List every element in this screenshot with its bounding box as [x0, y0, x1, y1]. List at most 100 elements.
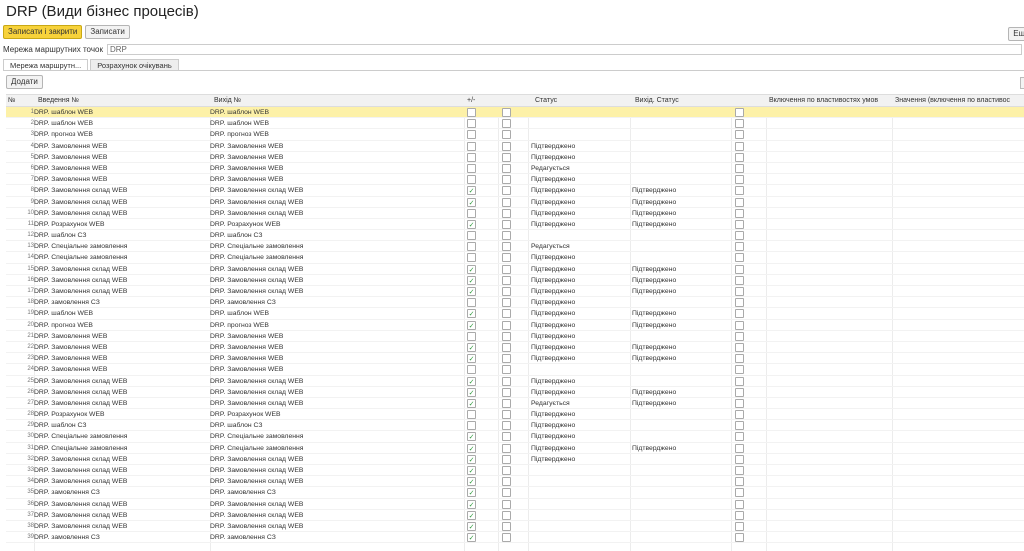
table-row[interactable]: 11 DRP. Розрахунок WEB DRP. Розрахунок WEB… [6, 219, 1024, 231]
checkbox-plus-minus[interactable]: ✓ [467, 376, 476, 386]
checkbox-option[interactable] [735, 354, 744, 364]
checkbox-flag[interactable] [502, 533, 511, 543]
table-row[interactable]: 2 DRP. шаблон WEB DRP. шаблон WEB [6, 118, 1024, 130]
checkbox-flag[interactable] [502, 253, 511, 263]
table-row[interactable]: 36 DRP. Замовлення склад WEB DRP. Замовлен… [6, 499, 1024, 510]
checkbox-option[interactable] [735, 365, 744, 375]
checkbox-option[interactable] [735, 466, 744, 475]
checkbox-option[interactable] [735, 197, 744, 207]
checkbox-plus-minus[interactable]: ✓ [467, 510, 476, 520]
checkbox-option[interactable] [735, 376, 744, 386]
checkbox-plus-minus[interactable]: ✓ [467, 499, 476, 509]
table-row[interactable]: 20 DRP. прогноз WEB DRP. прогноз WEB ✓ Підтв… [6, 320, 1024, 331]
table-row[interactable]: 13 DRP. Спеціальне замовлення DRP. Спеціал… [6, 241, 1024, 253]
checkbox-flag[interactable] [502, 197, 511, 207]
checkbox-flag[interactable] [502, 287, 511, 296]
checkbox-flag[interactable] [502, 320, 511, 330]
table-row[interactable]: 27 DRP. Замовлення склад WEB DRP. Замовлен… [6, 398, 1024, 410]
checkbox-plus-minus[interactable] [467, 175, 476, 185]
table-row[interactable]: 25 DRP. Замовлення склад WEB DRP. Замовлен… [6, 376, 1024, 387]
table-row[interactable]: 37 DRP. Замовлення склад WEB DRP. Замовлен… [6, 510, 1024, 521]
checkbox-option[interactable] [735, 152, 744, 162]
checkbox-plus-minus[interactable]: ✓ [467, 488, 476, 498]
checkbox-plus-minus[interactable]: ✓ [467, 521, 476, 531]
checkbox-plus-minus[interactable] [467, 421, 476, 431]
checkbox-flag[interactable] [502, 298, 511, 308]
checkbox-plus-minus[interactable]: ✓ [467, 432, 476, 442]
checkbox-option[interactable] [735, 275, 744, 285]
checkbox-plus-minus[interactable]: ✓ [467, 354, 476, 364]
table-row[interactable]: 28 DRP. Розрахунок WEB DRP. Розрахунок WEB… [6, 409, 1024, 421]
table-row[interactable]: 29 DRP. шаблон СЗ DRP. шаблон СЗ Підтвердже… [6, 420, 1024, 432]
checkbox-plus-minus[interactable]: ✓ [467, 309, 476, 319]
checkbox-option[interactable] [735, 510, 744, 520]
header-input[interactable]: Введення № [38, 97, 79, 104]
table-row[interactable]: 34 DRP. Замовлення склад WEB DRP. Замовлен… [6, 476, 1024, 488]
checkbox-option[interactable] [735, 477, 744, 487]
checkbox-plus-minus[interactable] [467, 119, 476, 129]
route-network-field[interactable] [106, 44, 1022, 55]
table-row[interactable]: 4 DRP. Замовлення WEB DRP. Замовлення WEB П… [6, 141, 1024, 152]
checkbox-option[interactable] [735, 253, 744, 263]
table-row[interactable]: 23 DRP. Замовлення WEB DRP. Замовлення WEB… [6, 353, 1024, 365]
table-row[interactable]: 31 DRP. Спеціальне замовлення DRP. Спеціал… [6, 443, 1024, 454]
checkbox-plus-minus[interactable] [467, 231, 476, 241]
checkbox-plus-minus[interactable]: ✓ [467, 533, 476, 543]
checkbox-flag[interactable] [502, 186, 511, 196]
checkbox-flag[interactable] [502, 242, 511, 252]
checkbox-plus-minus[interactable]: ✓ [467, 264, 476, 274]
checkbox-flag[interactable] [502, 152, 511, 162]
checkbox-flag[interactable] [502, 264, 511, 274]
checkbox-option[interactable] [735, 108, 744, 117]
checkbox-plus-minus[interactable]: ✓ [467, 197, 476, 207]
checkbox-flag[interactable] [502, 163, 511, 173]
checkbox-flag[interactable] [502, 432, 511, 442]
checkbox-plus-minus[interactable] [467, 298, 476, 308]
checkbox-plus-minus[interactable]: ✓ [467, 287, 476, 296]
table-row[interactable]: 39 DRP. замовлення СЗ DRP. замовлення СЗ ✓ [6, 532, 1024, 544]
checkbox-flag[interactable] [502, 108, 511, 117]
checkbox-plus-minus[interactable]: ✓ [467, 454, 476, 464]
checkbox-plus-minus[interactable] [467, 365, 476, 375]
checkbox-plus-minus[interactable]: ✓ [467, 219, 476, 229]
checkbox-flag[interactable] [502, 130, 511, 140]
checkbox-plus-minus[interactable] [467, 141, 476, 151]
checkbox-plus-minus[interactable] [467, 152, 476, 162]
checkbox-flag[interactable] [502, 499, 511, 509]
checkbox-option[interactable] [735, 264, 744, 274]
header-output[interactable]: Вихід № [214, 97, 241, 104]
checkbox-flag[interactable] [502, 376, 511, 386]
checkbox-option[interactable] [735, 309, 744, 319]
checkbox-option[interactable] [735, 130, 744, 140]
checkbox-option[interactable] [735, 320, 744, 330]
checkbox-option[interactable] [735, 521, 744, 531]
checkbox-option[interactable] [735, 342, 744, 352]
table-row[interactable]: 17 DRP. Замовлення склад WEB DRP. Замовлен… [6, 286, 1024, 298]
checkbox-option[interactable] [735, 421, 744, 431]
checkbox-flag[interactable] [502, 331, 511, 341]
checkbox-plus-minus[interactable] [467, 163, 476, 173]
checkbox-flag[interactable] [502, 421, 511, 431]
table-row[interactable]: 19 DRP. шаблон WEB DRP. шаблон WEB ✓ Підтвер… [6, 308, 1024, 320]
checkbox-flag[interactable] [502, 208, 511, 218]
table-row[interactable]: 24 DRP. Замовлення WEB DRP. Замовлення WEB [6, 364, 1024, 376]
edit-button[interactable]: Еш [1008, 27, 1024, 41]
checkbox-option[interactable] [735, 163, 744, 173]
checkbox-option[interactable] [735, 499, 744, 509]
checkbox-option[interactable] [735, 533, 744, 543]
checkbox-option[interactable] [735, 443, 744, 453]
checkbox-plus-minus[interactable] [467, 208, 476, 218]
checkbox-option[interactable] [735, 410, 744, 420]
checkbox-plus-minus[interactable]: ✓ [467, 342, 476, 352]
table-row[interactable]: 6 DRP. Замовлення WEB DRP. Замовлення WEB Р… [6, 163, 1024, 175]
checkbox-flag[interactable] [502, 387, 511, 397]
checkbox-plus-minus[interactable] [467, 410, 476, 420]
checkbox-flag[interactable] [502, 510, 511, 520]
checkbox-flag[interactable] [502, 342, 511, 352]
checkbox-option[interactable] [735, 231, 744, 241]
table-row[interactable]: 21 DRP. Замовлення WEB DRP. Замовлення WEB… [6, 331, 1024, 342]
checkbox-plus-minus[interactable]: ✓ [467, 443, 476, 453]
table-row[interactable]: 16 DRP. Замовлення склад WEB DRP. Замовлен… [6, 275, 1024, 286]
checkbox-option[interactable] [735, 141, 744, 151]
checkbox-option[interactable] [735, 242, 744, 252]
